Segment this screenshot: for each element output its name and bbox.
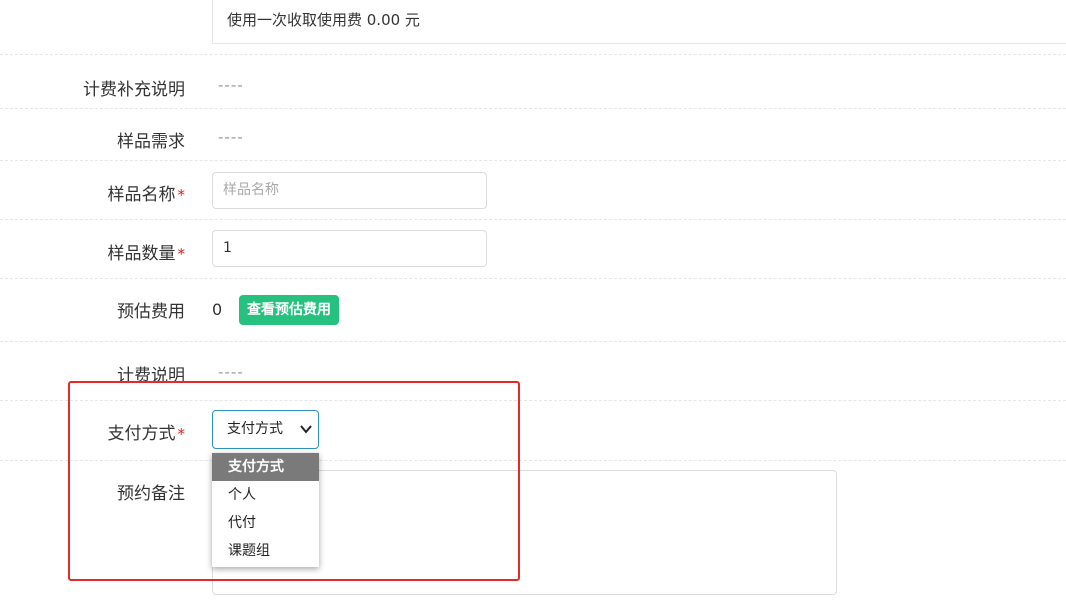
sample-name-label: 样品名称 * xyxy=(108,180,186,205)
sample-name-label-text: 样品名称 xyxy=(107,185,176,205)
billing-supplement-value: ---- xyxy=(218,76,244,94)
required-mark: * xyxy=(177,186,186,204)
highlight-box xyxy=(68,381,520,581)
estimated-cost-label: 预估费用 xyxy=(117,302,185,322)
usage-fee-note: 使用一次收取使用费 0.00 元 xyxy=(212,0,1066,44)
view-estimated-cost-button[interactable]: 查看预估费用 xyxy=(239,295,339,325)
row-divider xyxy=(0,341,1066,342)
billing-supplement-label: 计费补充说明 xyxy=(83,80,185,100)
sample-name-placeholder: 样品名称 xyxy=(223,182,279,198)
sample-quantity-label-text: 样品数量 xyxy=(107,244,176,264)
row-divider xyxy=(0,278,1066,279)
sample-requirement-label: 样品需求 xyxy=(117,132,185,152)
sample-quantity-input[interactable]: 1 xyxy=(212,230,487,267)
row-divider xyxy=(0,108,1066,109)
required-mark: * xyxy=(177,245,186,263)
sample-requirement-value: ---- xyxy=(218,128,244,146)
row-divider xyxy=(0,54,1066,55)
sample-name-input[interactable]: 样品名称 xyxy=(212,172,487,209)
row-divider xyxy=(0,160,1066,161)
usage-fee-text: 使用一次收取使用费 0.00 元 xyxy=(227,11,420,29)
billing-note-value: ---- xyxy=(218,363,244,381)
sample-quantity-value: 1 xyxy=(223,240,232,256)
sample-quantity-label: 样品数量 * xyxy=(108,239,186,264)
estimated-cost-value: 0 xyxy=(212,300,223,319)
row-divider xyxy=(0,219,1066,220)
